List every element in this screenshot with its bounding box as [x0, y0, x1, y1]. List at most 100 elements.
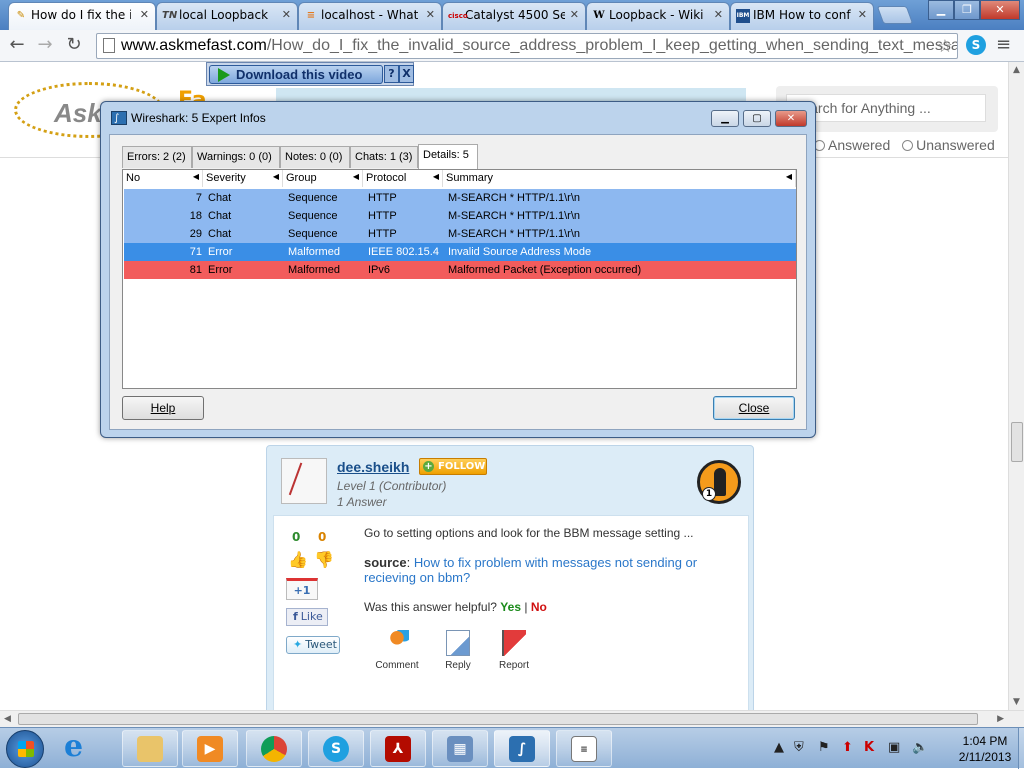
column-header-label: Group	[286, 172, 317, 184]
unanswered-radio[interactable]	[902, 140, 914, 151]
scroll-right-arrow-icon[interactable]: ▶	[997, 714, 1004, 724]
site-search-input[interactable]: Search for Anything ...	[786, 94, 986, 122]
column-header-group[interactable]: Group ◀	[283, 170, 363, 187]
address-bar[interactable]: www.askmefast.com/How_do_I_fix_the_inval…	[96, 33, 958, 59]
table-row[interactable]: 81 Error Malformed IPv6 Malformed Packet…	[124, 261, 796, 279]
new-tab-button[interactable]	[876, 6, 914, 24]
close-tab-icon[interactable]: ✕	[282, 8, 291, 21]
scroll-down-arrow-icon[interactable]: ▼	[1013, 697, 1020, 707]
close-tab-icon[interactable]: ✕	[140, 8, 149, 21]
tab-label: local Loopback	[179, 8, 269, 22]
close-tab-icon[interactable]: ✕	[858, 8, 867, 21]
close-tab-icon[interactable]: ✕	[570, 8, 579, 21]
taskbar-control-panel[interactable]: ▦	[432, 730, 488, 767]
wrench-menu-icon[interactable]: ≡	[996, 34, 1011, 55]
column-header-severity[interactable]: Severity ◀	[203, 170, 283, 187]
level-badge-icon: 1	[697, 460, 741, 504]
download-close-button[interactable]: X	[399, 65, 414, 83]
network-icon[interactable]: ▣	[888, 740, 900, 755]
skype-icon: S	[323, 736, 349, 762]
browser-tab-local-loopback[interactable]: TN local Loopback ✕	[156, 2, 298, 30]
tweet-button[interactable]: ✦ Tweet	[286, 636, 340, 654]
download-help-button[interactable]: ?	[384, 65, 399, 83]
browser-tab-ibm[interactable]: IBM IBM How to conf ✕	[730, 2, 874, 30]
page-horizontal-scrollbar[interactable]: ◀ ▶	[0, 710, 1024, 727]
antivirus-k-icon[interactable]: K	[864, 740, 874, 755]
taskbar-wireshark[interactable]: ∫	[494, 730, 550, 767]
reload-icon[interactable]: ↻	[63, 35, 85, 57]
bookmark-star-icon[interactable]: ☆	[937, 34, 953, 58]
windows-logo-icon	[18, 741, 34, 757]
download-video-button[interactable]: Download this video	[209, 65, 383, 84]
close-window-button[interactable]: ✕	[980, 0, 1020, 20]
network-shield-icon[interactable]: ⛨	[794, 740, 804, 755]
page-vertical-scrollbar[interactable]: ▲ ▼	[1008, 62, 1024, 710]
scroll-left-arrow-icon[interactable]: ◀	[4, 714, 11, 724]
back-arrow-icon[interactable]: ←	[6, 35, 28, 57]
taskbar-chrome[interactable]	[246, 730, 302, 767]
action-center-flag-icon[interactable]: ⚑	[818, 740, 830, 755]
browser-tab-catalyst[interactable]: cisco Catalyst 4500 Ser ✕	[442, 2, 586, 30]
table-row[interactable]: 7 Chat Sequence HTTP M-SEARCH * HTTP/1.1…	[124, 189, 796, 207]
control-panel-icon: ▦	[447, 736, 473, 762]
column-header-label: No	[126, 172, 141, 184]
vertical-scroll-thumb[interactable]	[1011, 422, 1023, 462]
restore-window-button[interactable]: ❐	[954, 0, 980, 20]
user-avatar[interactable]	[281, 458, 327, 504]
forward-arrow-icon[interactable]: →	[34, 35, 56, 57]
browser-tab-askmefast[interactable]: ✎ How do I fix the i ✕	[8, 2, 156, 30]
report-action[interactable]: Report	[486, 630, 542, 671]
browser-tab-wikipedia[interactable]: W Loopback - Wiki ✕	[586, 2, 730, 30]
username-link[interactable]: dee.sheikh	[337, 459, 409, 475]
system-clock[interactable]: 1:04 PM 2/11/2013	[952, 733, 1018, 765]
minimize-window-button[interactable]: ▁	[928, 0, 954, 20]
dialog-minimize-button[interactable]: ▁	[711, 110, 739, 127]
close-tab-icon[interactable]: ✕	[426, 8, 435, 21]
taskbar-acrobat[interactable]: ⅄	[370, 730, 426, 767]
facebook-like-button[interactable]: f Like	[286, 608, 328, 626]
tab-details[interactable]: Details: 5	[418, 144, 478, 169]
google-plus-one-button[interactable]: +1	[286, 578, 318, 600]
cell-severity: Chat	[208, 228, 232, 240]
tab-errors[interactable]: Errors: 2 (2)	[122, 146, 192, 168]
volume-icon[interactable]: 🔈	[912, 740, 928, 755]
show-hidden-icons-icon[interactable]: ▲	[774, 740, 784, 755]
red-arrow-icon[interactable]: ⬆	[842, 740, 853, 755]
tab-warnings[interactable]: Warnings: 0 (0)	[192, 146, 280, 168]
help-button[interactable]: Help	[122, 396, 204, 420]
helpful-no-link[interactable]: No	[531, 600, 547, 614]
taskbar-media-player[interactable]: ▶	[182, 730, 238, 767]
tab-chats[interactable]: Chats: 1 (3)	[350, 146, 418, 168]
scroll-up-arrow-icon[interactable]: ▲	[1013, 65, 1020, 75]
skype-extension-icon[interactable]: S	[966, 35, 986, 55]
horizontal-scroll-thumb[interactable]	[18, 713, 978, 725]
show-desktop-button[interactable]	[1018, 728, 1024, 769]
dialog-maximize-button[interactable]: ▢	[743, 110, 771, 127]
comment-action[interactable]: Comment	[369, 630, 425, 671]
column-header-protocol[interactable]: Protocol ◀	[363, 170, 443, 187]
expert-info-table: No ◀ Severity ◀ Group ◀ Protocol ◀ Summary ◀ …	[122, 169, 797, 389]
tab-notes[interactable]: Notes: 0 (0)	[280, 146, 350, 168]
browser-tab-localhost[interactable]: ≡ localhost - What ✕	[298, 2, 442, 30]
taskbar-cisco-app[interactable]: ≡	[556, 730, 612, 767]
close-button[interactable]: Close	[713, 396, 795, 420]
taskbar-file-explorer[interactable]	[122, 730, 178, 767]
site-logo[interactable]: Ask	[54, 98, 102, 129]
column-header-no[interactable]: No ◀	[123, 170, 203, 187]
table-row[interactable]: 29 Chat Sequence HTTP M-SEARCH * HTTP/1.…	[124, 225, 796, 243]
start-button[interactable]	[6, 730, 44, 768]
taskbar-skype[interactable]: S	[308, 730, 364, 767]
helpful-yes-link[interactable]: Yes	[500, 600, 521, 614]
follow-button[interactable]: + FOLLOW	[419, 458, 487, 475]
reply-action[interactable]: Reply	[430, 630, 486, 671]
table-row[interactable]: 71 Error Malformed IEEE 802.15.4 Invalid…	[124, 243, 796, 261]
thumbs-up-icon[interactable]: 👍	[288, 550, 308, 569]
internet-explorer-icon[interactable]: e	[64, 732, 104, 764]
dialog-close-button[interactable]: ✕	[775, 110, 807, 127]
table-row[interactable]: 18 Chat Sequence HTTP M-SEARCH * HTTP/1.…	[124, 207, 796, 225]
thumbs-down-icon[interactable]: 👎	[314, 550, 334, 569]
sort-arrow-icon: ◀	[192, 172, 199, 181]
column-header-summary[interactable]: Summary ◀	[443, 170, 796, 187]
close-tab-icon[interactable]: ✕	[714, 8, 723, 21]
source-link[interactable]: How to fix problem with messages not sen…	[364, 555, 697, 585]
